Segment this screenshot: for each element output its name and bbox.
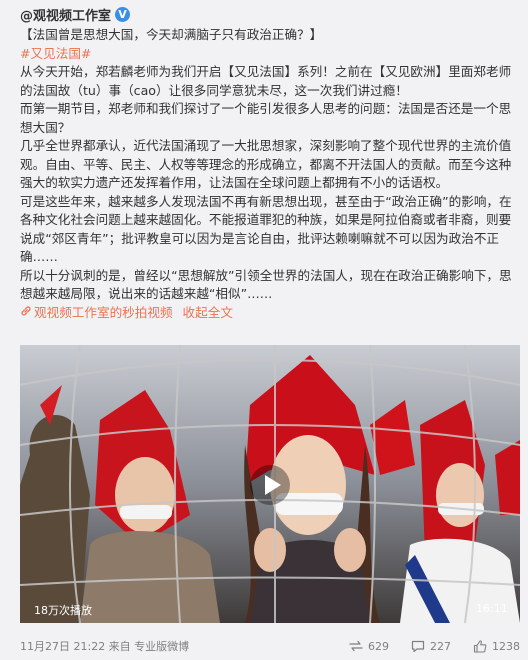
repost-count: 629 (368, 639, 389, 653)
thumbs-up-icon (473, 639, 487, 653)
repost-button[interactable]: 629 (349, 640, 389, 653)
post-headline: 【法国曾是思想大国，今天却满脑子只有政治正确？】 (20, 27, 323, 42)
video-duration: 16:11 (476, 602, 508, 615)
post-paragraph-3: 几乎全世界都承认，近代法国涌现了一大批思想家，深刻影响了整个现代世界的主流价值观… (20, 138, 512, 190)
comment-button[interactable]: 227 (411, 640, 451, 653)
like-button[interactable]: 1238 (473, 640, 520, 653)
post-footer: 11月27日 21:22 来自 专业版微博 629 227 1238 (20, 638, 520, 654)
action-bar: 629 227 1238 (349, 640, 520, 653)
video-play-count: 18万次播放 (34, 604, 92, 617)
post-paragraph-2: 而第一期节目，郑老师和我们探讨了一个能引发很多人思考的问题：法国是否还是一个思想… (20, 101, 512, 135)
post-time-source[interactable]: 11月27日 21:22 来自 专业版微博 (20, 638, 189, 654)
post-body: 【法国曾是思想大国，今天却满脑子只有政治正确？】 #又见法国# 从今天开始，郑若… (20, 26, 520, 323)
video-source-link[interactable]: 观视频工作室的秒拍视频 (34, 305, 173, 320)
post-paragraph-5: 所以十分讽刺的是，曾经以“思想解放”引领全世界的法国人，现在在政治正确影响下，思… (20, 267, 512, 302)
hashtag-link[interactable]: #又见法国# (20, 46, 91, 61)
weibo-post-card: @观视频工作室 V 【法国曾是思想大国，今天却满脑子只有政治正确？】 #又见法国… (0, 0, 528, 660)
like-count: 1238 (492, 639, 520, 653)
play-icon[interactable] (250, 465, 290, 505)
comment-count: 227 (430, 639, 451, 653)
verified-badge-icon: V (115, 6, 131, 22)
post-paragraph-1: 从今天开始，郑若麟老师为我们开启【又见法国】系列！之前在【又见欧洲】里面郑老师的… (20, 64, 512, 98)
link-icon (20, 305, 32, 324)
author-header: @观视频工作室 V (20, 4, 131, 24)
collapse-text-link[interactable]: 收起全文 (183, 305, 233, 320)
repost-icon (349, 640, 363, 652)
comment-icon (411, 640, 425, 652)
author-name[interactable]: @观视频工作室 (20, 5, 111, 24)
post-paragraph-4: 可是这些年来，越来越多人发现法国不再有新思想出现，甚至由于“政治正确”的影响，在… (20, 193, 512, 265)
